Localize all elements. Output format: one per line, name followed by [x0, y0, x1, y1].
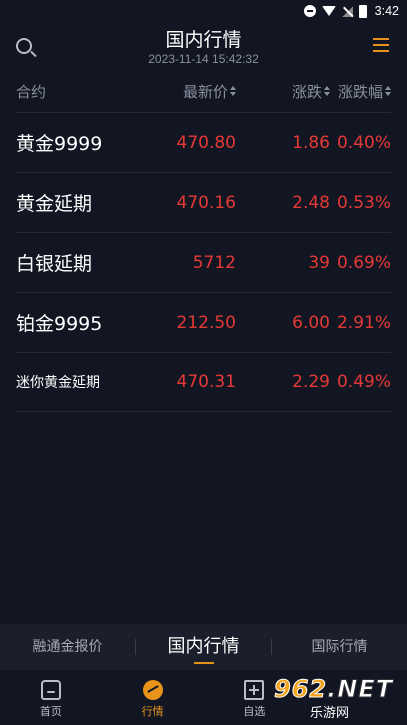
column-price-header[interactable]: 最新价 — [126, 81, 236, 102]
price-change: 2.48 — [292, 192, 330, 213]
change-percent: 2.91% — [336, 312, 391, 333]
latest-price: 470.16 — [176, 192, 236, 213]
status-bar: 3:42 — [0, 0, 407, 22]
table-header: 合约 最新价 涨跌 涨跌幅 — [16, 76, 391, 106]
column-change-header[interactable]: 涨跌 — [236, 81, 330, 102]
header: 国内行情 2023-11-14 15:42:32 — [0, 22, 407, 72]
nav-label: 首页 — [39, 705, 62, 718]
latest-price: 5712 — [192, 252, 236, 273]
nav-label: 自选 — [243, 705, 266, 718]
sort-icon — [230, 86, 236, 96]
signal-icon — [341, 5, 353, 17]
table-row[interactable]: 黄金延期 470.16 2.48 0.53% — [16, 172, 391, 232]
contract-name: 黄金9999 — [16, 133, 103, 155]
price-change: 1.86 — [292, 132, 330, 153]
latest-price: 212.50 — [176, 312, 236, 333]
battery-icon — [358, 4, 367, 18]
wifi-icon — [321, 6, 336, 16]
price-change: 39 — [308, 252, 330, 273]
table-row[interactable]: 白银延期 5712 39 0.69% — [16, 232, 391, 292]
quote-list: 黄金9999 470.80 1.86 0.40% 黄金延期 470.16 2.4… — [16, 112, 391, 412]
sort-icon — [324, 86, 330, 96]
nav-label: 行情 — [141, 705, 164, 718]
nav-home[interactable]: 首页 — [0, 670, 102, 725]
column-name-header: 合约 — [16, 82, 47, 101]
change-percent: 0.49% — [336, 372, 391, 392]
market-tabs: 融通金报价 国内行情 国际行情 — [0, 624, 407, 670]
home-icon — [40, 680, 61, 700]
contract-name: 黄金延期 — [16, 193, 93, 215]
change-percent: 0.40% — [336, 132, 391, 153]
table-row[interactable]: 黄金9999 470.80 1.86 0.40% — [16, 112, 391, 172]
page-title: 国内行情 — [165, 29, 242, 51]
do-not-disturb-icon — [303, 5, 316, 17]
update-timestamp: 2023-11-14 15:42:32 — [148, 52, 259, 66]
watermark-logo: 962.NET 乐游网 — [273, 675, 394, 722]
price-change: 2.29 — [292, 372, 330, 392]
contract-name: 迷你黄金延期 — [16, 375, 100, 391]
table-row[interactable]: 迷你黄金延期 470.31 2.29 0.49% — [16, 352, 391, 412]
change-percent: 0.69% — [336, 252, 391, 273]
change-percent: 0.53% — [336, 192, 391, 213]
price-change: 6.00 — [292, 312, 330, 333]
column-percent-header[interactable]: 涨跌幅 — [330, 81, 391, 102]
market-trend-icon — [142, 680, 163, 700]
sort-icon — [385, 86, 391, 96]
latest-price: 470.80 — [176, 132, 236, 153]
nav-market[interactable]: 行情 — [102, 670, 204, 725]
table-row[interactable]: 铂金9995 212.50 6.00 2.91% — [16, 292, 391, 352]
tab-rongtong-quote[interactable]: 融通金报价 — [0, 624, 135, 670]
tab-domestic-market[interactable]: 国内行情 — [136, 624, 271, 670]
tab-international-market[interactable]: 国际行情 — [272, 624, 407, 670]
contract-name: 铂金9995 — [16, 313, 103, 335]
contract-name: 白银延期 — [16, 253, 93, 275]
menu-icon[interactable] — [373, 38, 389, 52]
add-square-icon — [244, 680, 265, 700]
latest-price: 470.31 — [176, 372, 236, 392]
status-time: 3:42 — [374, 4, 399, 18]
